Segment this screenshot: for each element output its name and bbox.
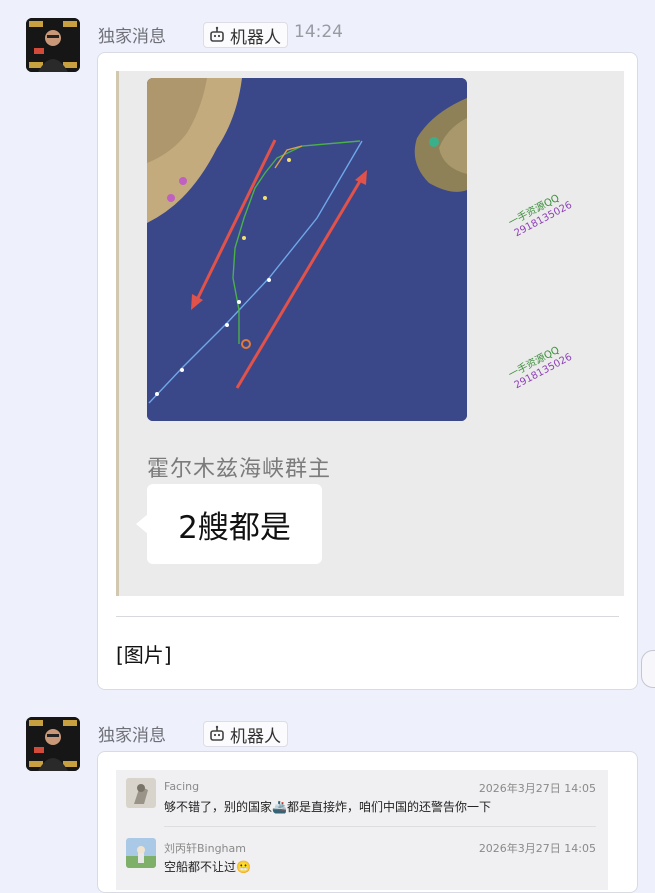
watermark: 一手资源QQ 2918135026 [507,192,574,240]
comment-author: 刘丙轩Bingham [164,842,246,855]
divider [164,826,596,827]
forwarded-group-name: 霍尔木兹海峡群主 [147,457,332,482]
comment-text: 空船都不让过😬 [164,860,251,874]
message-time: 14:24 [294,22,343,42]
sender-avatar[interactable] [26,717,80,771]
bot-tag-label: 机器人 [230,27,281,48]
bot-tag-label: 机器人 [230,726,281,747]
avatar[interactable] [126,778,156,808]
sender-name[interactable]: 独家消息 [98,721,166,746]
comment-author: Facing [164,780,200,793]
forwarded-chat-bubble: 2艘都是 [136,484,322,564]
comment-bubble-icon[interactable] [641,650,655,688]
comment-list: Facing 2026年3月27日 14:05 够不错了，别的国家🚢都是直接炸，… [116,770,608,890]
comment-date: 2026年3月27日 14:05 [478,782,596,795]
robot-icon [210,26,224,42]
watermark: 一手资源QQ 2918135026 [507,344,574,392]
avatar[interactable] [126,838,156,868]
message-bubble[interactable]: Facing 2026年3月27日 14:05 够不错了，别的国家🚢都是直接炸，… [97,751,638,893]
robot-icon [210,725,224,741]
image-caption[interactable]: [图片] [116,639,172,668]
forwarded-screenshot[interactable]: 一手资源QQ 2918135026 一手资源QQ 2918135026 霍尔木兹… [116,71,624,596]
sender-avatar[interactable] [26,18,80,72]
comment-text: 够不错了，别的国家🚢都是直接炸，咱们中国的还警告你一下 [164,800,491,814]
comment-date: 2026年3月27日 14:05 [478,842,596,855]
divider [116,616,619,617]
message-bubble[interactable]: 一手资源QQ 2918135026 一手资源QQ 2918135026 霍尔木兹… [97,52,638,690]
sender-name[interactable]: 独家消息 [98,22,166,47]
bot-tag: 机器人 [203,22,288,48]
bot-tag: 机器人 [203,721,288,747]
map-image [147,78,467,421]
